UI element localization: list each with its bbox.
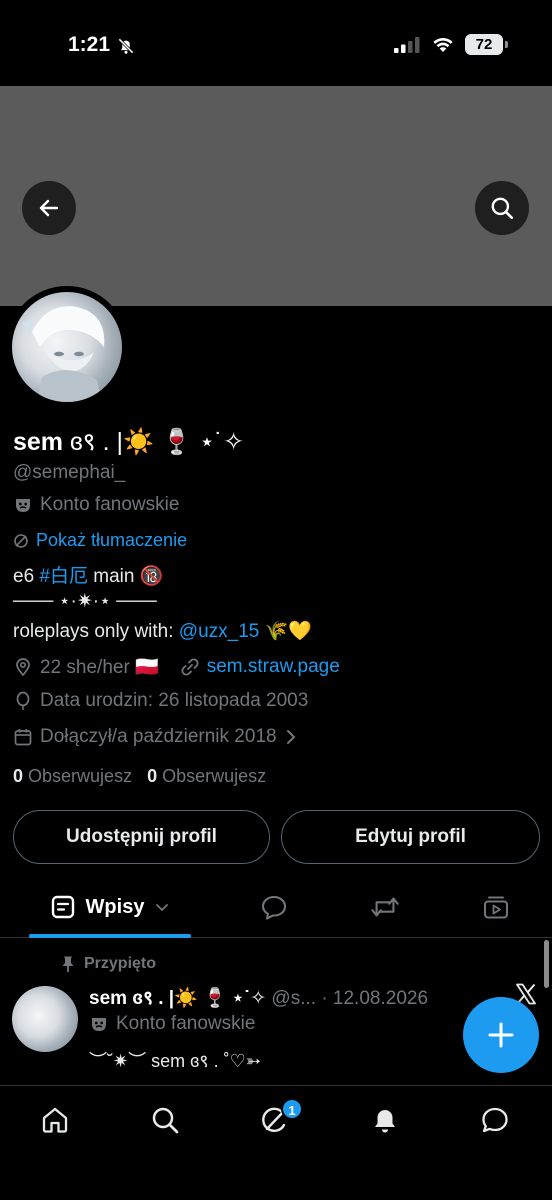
active-tab-indicator	[29, 934, 191, 938]
silent-mode-icon	[118, 38, 134, 54]
bio-line-2: ─── ⋆·✷·⋆ ───	[13, 591, 157, 612]
joined-text: Dołączył/a październik 2018	[40, 726, 277, 747]
avatar-illustration	[22, 306, 105, 402]
nav-explore[interactable]	[149, 1104, 181, 1136]
status-time: 1:21	[68, 33, 111, 56]
bio-emoji: 🌾💛	[259, 621, 312, 642]
following-count: 0	[13, 766, 24, 786]
edit-profile-button[interactable]: Edytuj profil	[281, 810, 540, 864]
tab-posts[interactable]: Wpisy	[29, 876, 191, 938]
cellular-signal-icon	[394, 37, 420, 53]
followers-count-link[interactable]: 0 Obserwujesz	[147, 766, 266, 786]
pinned-label: Przypięto	[84, 955, 157, 972]
location-pin-icon	[16, 658, 30, 677]
followers-count: 0	[147, 766, 158, 786]
bio-mention[interactable]: @uzx_15	[179, 621, 260, 642]
post-author-name: sem ɞ९ . |☀️ 🍷 ⋆˙✧	[89, 988, 267, 1009]
followers-label: Obserwujesz	[162, 766, 267, 786]
pinned-indicator: Przypięto	[60, 955, 156, 973]
notification-badge: 1	[281, 1098, 303, 1120]
status-bar: 1:21 72	[0, 0, 552, 86]
plus-icon	[488, 1022, 514, 1048]
profile-handle: @semephai_	[13, 462, 126, 483]
post-account-label: Konto fanowskie	[116, 1013, 256, 1034]
theater-masks-icon	[92, 1018, 106, 1031]
bottom-navigation	[0, 1085, 552, 1200]
display-name: sem ɞ९ . |☀️ 🍷 ⋆˙✧	[13, 424, 244, 458]
posts-icon	[51, 895, 74, 919]
share-profile-button[interactable]: Udostępnij profil	[13, 810, 270, 864]
nav-home[interactable]	[39, 1104, 71, 1136]
theater-masks-icon	[16, 499, 30, 512]
post-handle-date: @s... · 12.08.2026	[266, 988, 429, 1009]
bio-text: e6	[13, 566, 40, 587]
tab-media[interactable]	[481, 892, 511, 922]
follow-counts: 0 Obserwujesz 0 Obserwujesz	[13, 766, 266, 787]
repost-icon	[371, 897, 399, 917]
birthday-text: Data urodzin: 26 listopada 2003	[40, 690, 309, 711]
translate-link[interactable]: Pokaż tłumaczenie	[36, 530, 187, 551]
back-button[interactable]	[22, 181, 76, 235]
arrow-left-icon	[39, 199, 59, 217]
location-link-row: 22 she/her 🇵🇱 sem.straw.page	[13, 655, 340, 679]
speech-bubble-icon	[261, 895, 287, 920]
scrollbar[interactable]	[544, 940, 549, 988]
translate-row[interactable]: Pokaż tłumaczenie	[13, 530, 187, 551]
search-icon	[491, 197, 514, 220]
search-button[interactable]	[475, 181, 529, 235]
profile-banner	[0, 86, 552, 306]
profile-avatar[interactable]	[12, 292, 122, 402]
chat-bubble-icon	[482, 1107, 508, 1133]
post-text: ︶˘✷︶ sem ɞ९ . ˚♡➳	[89, 1051, 261, 1071]
location-text: 22 she/her 🇵🇱	[40, 657, 159, 678]
profile-tabs: Wpisy	[0, 876, 552, 938]
display-name-decoration: ɞ९ . |☀️ 🍷 ⋆˙✧	[63, 428, 245, 456]
calendar-icon	[14, 729, 32, 746]
bio-roleplay-text: roleplays only with:	[13, 621, 179, 642]
bio-hashtag[interactable]: #白厄	[39, 566, 88, 587]
joined-row[interactable]: Dołączył/a październik 2018	[13, 726, 298, 748]
pin-icon	[62, 956, 74, 972]
birthday-row: Data urodzin: 26 listopada 2003	[13, 690, 308, 712]
nav-notifications[interactable]	[369, 1104, 401, 1136]
media-icon	[483, 896, 509, 919]
display-name-text: sem	[13, 428, 64, 456]
bio-line-3: roleplays only with: @uzx_15 🌾💛	[13, 619, 312, 643]
account-type-label: Konto fanowskie	[40, 494, 180, 515]
chevron-right-icon	[286, 730, 295, 744]
home-icon	[42, 1107, 68, 1133]
tab-replies[interactable]	[259, 892, 289, 922]
wifi-icon	[433, 37, 453, 52]
bio-text-suffix: main 🔞	[88, 566, 164, 587]
search-icon	[152, 1107, 179, 1134]
link-icon	[181, 658, 199, 676]
balloon-icon	[16, 691, 30, 710]
post-account-type: Konto fanowskie	[89, 1013, 255, 1035]
post-author-avatar[interactable]	[12, 986, 78, 1052]
following-label: Obserwujesz	[28, 766, 133, 786]
account-type-row: Konto fanowskie	[13, 494, 179, 516]
translate-icon	[14, 533, 28, 548]
chevron-down-icon	[156, 904, 169, 912]
battery-nub	[505, 41, 508, 48]
compose-button[interactable]	[463, 997, 539, 1073]
following-count-link[interactable]: 0 Obserwujesz	[13, 766, 132, 786]
battery-level: 72	[465, 34, 503, 55]
tab-reposts[interactable]	[370, 892, 400, 922]
post-header[interactable]: sem ɞ९ . |☀️ 🍷 ⋆˙✧ @s... · 12.08.2026	[89, 984, 428, 1010]
website-link[interactable]: sem.straw.page	[207, 656, 340, 678]
tab-posts-label: Wpisy	[85, 895, 145, 918]
bell-icon	[375, 1110, 395, 1133]
nav-messages[interactable]	[479, 1104, 511, 1136]
bio-line-1: e6 #白厄 main 🔞	[13, 561, 163, 588]
